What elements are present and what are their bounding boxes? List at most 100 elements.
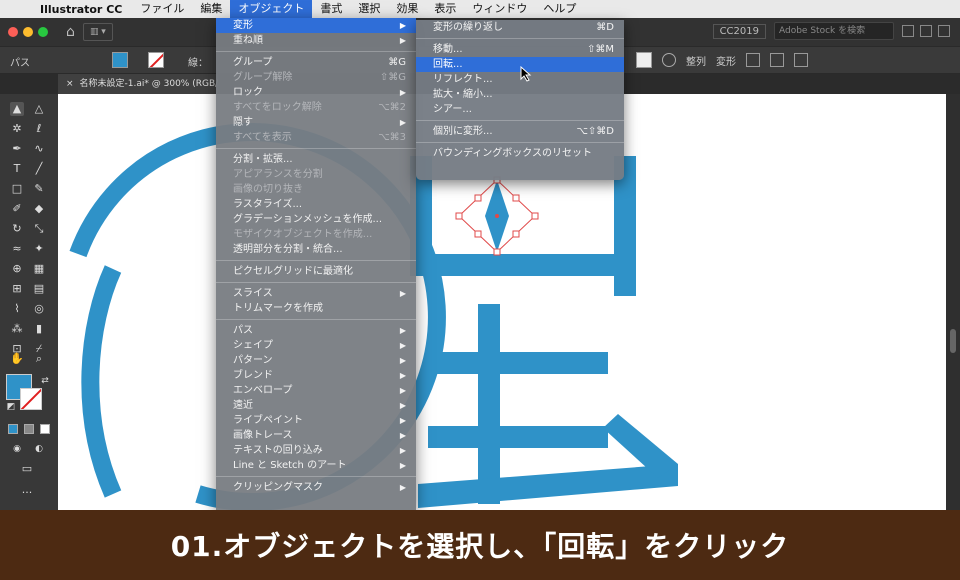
menu-type[interactable]: 書式 — [312, 0, 350, 18]
mesh-tool-icon[interactable]: ⊞ — [10, 282, 24, 296]
menu-item[interactable]: ラスタライズ... — [216, 197, 416, 212]
swap-fill-stroke-icon[interactable]: ⇄ — [38, 374, 52, 388]
default-fill-stroke-icon[interactable]: ◩ — [4, 400, 18, 414]
menu-view[interactable]: 表示 — [426, 0, 464, 18]
menu-item[interactable]: テキストの回り込み ▶ — [216, 443, 416, 458]
arrange-documents-icon[interactable]: ▥ ▾ — [82, 23, 113, 41]
magic-wand-tool-icon[interactable]: ✲ — [10, 122, 24, 136]
stroke-color-swatch[interactable] — [148, 52, 164, 68]
draw-normal-icon[interactable]: ◉ — [10, 442, 24, 456]
menu-item[interactable]: シアー... — [416, 102, 624, 117]
menu-item[interactable]: グループ ⌘G — [216, 55, 416, 70]
blend-tool-icon[interactable]: ◎ — [32, 302, 46, 316]
menu-item[interactable]: スライス ▶ — [216, 286, 416, 301]
menu-item[interactable]: 個別に変形... ⌥⇧⌘D — [416, 124, 624, 139]
menu-item[interactable]: 重ね順 ▶ — [216, 33, 416, 48]
zoom-tool-icon[interactable]: ⌕ — [32, 352, 46, 366]
bounding-handle[interactable] — [474, 194, 482, 202]
gradient-tool-icon[interactable]: ▤ — [32, 282, 46, 296]
align-panel-link[interactable]: 整列 — [686, 53, 706, 68]
menu-item[interactable]: 変形 ▶ — [216, 18, 416, 33]
menu-item[interactable]: パターン ▶ — [216, 353, 416, 368]
layout-icon[interactable] — [938, 25, 950, 37]
menu-item[interactable]: 透明部分を分割・統合... — [216, 242, 416, 257]
column-graph-tool-icon[interactable]: ▮ — [32, 322, 46, 336]
curvature-tool-icon[interactable]: ∿ — [32, 142, 46, 156]
perspective-grid-tool-icon[interactable]: ▦ — [32, 262, 46, 276]
eyedropper-tool-icon[interactable]: ⌇ — [10, 302, 24, 316]
shaper-tool-icon[interactable]: ✐ — [10, 202, 24, 216]
stroke-swatch[interactable] — [20, 388, 42, 410]
menu-file[interactable]: ファイル — [132, 0, 192, 18]
gradient-mode-icon[interactable] — [24, 424, 34, 434]
menu-item[interactable]: バウンディングボックスのリセット — [416, 146, 624, 161]
menu-item[interactable]: グラデーションメッシュを作成... — [216, 212, 416, 227]
menu-item[interactable]: 画像トレース ▶ — [216, 428, 416, 443]
puppet-warp-tool-icon[interactable]: ✦ — [32, 242, 46, 256]
eraser-tool-icon[interactable]: ◆ — [32, 202, 46, 216]
menu-item[interactable]: 分割・拡張... — [216, 152, 416, 167]
menu-effect[interactable]: 効果 — [388, 0, 426, 18]
draw-behind-icon[interactable]: ◐ — [32, 442, 46, 456]
paintbrush-tool-icon[interactable]: ✎ — [32, 182, 46, 196]
menu-item[interactable]: クリッピングマスク ▶ — [216, 480, 416, 495]
screen-mode-icon[interactable]: ▭ — [20, 462, 34, 476]
bounding-handle[interactable] — [455, 212, 463, 220]
fill-color-swatch[interactable] — [112, 52, 128, 68]
menu-item[interactable]: シェイプ ▶ — [216, 338, 416, 353]
selected-diamond-object[interactable] — [455, 176, 539, 256]
home-icon[interactable]: ⌂ — [66, 24, 75, 40]
menu-item[interactable]: 遠近 ▶ — [216, 398, 416, 413]
pen-tool-icon[interactable]: ✒ — [10, 142, 24, 156]
menu-item[interactable]: エンベロープ ▶ — [216, 383, 416, 398]
minimize-window-icon[interactable] — [23, 27, 33, 37]
selection-tool-icon[interactable]: ▲ — [10, 102, 24, 116]
hand-tool-icon[interactable]: ✋ — [10, 352, 24, 366]
hoshi-character-artwork[interactable] — [410, 156, 678, 508]
menu-edit[interactable]: 編集 — [192, 0, 230, 18]
menu-help[interactable]: ヘルプ — [535, 0, 584, 18]
scale-tool-icon[interactable]: ⤡ — [32, 222, 46, 236]
menu-item[interactable]: トリムマークを作成 — [216, 301, 416, 316]
document-tab[interactable]: × 名称未設定-1.ai* @ 300% (RGB/C — [58, 74, 218, 94]
menu-item[interactable]: 変形の繰り返し ⌘D — [416, 20, 624, 35]
scrollbar-thumb[interactable] — [950, 329, 956, 353]
menu-item[interactable]: ピクセルグリッドに最適化 — [216, 264, 416, 279]
adobe-stock-search[interactable]: Adobe Stock を検索 — [774, 22, 894, 40]
bounding-handle[interactable] — [512, 230, 520, 238]
menu-item[interactable]: 拡大・縮小... — [416, 87, 624, 102]
rotate-tool-icon[interactable]: ↻ — [10, 222, 24, 236]
zoom-window-icon[interactable] — [38, 27, 48, 37]
transform-panel-link[interactable]: 変形 — [716, 53, 736, 68]
workspace-switcher[interactable]: CC2019 — [712, 23, 766, 39]
menu-item[interactable]: ライブペイント ▶ — [216, 413, 416, 428]
menu-window[interactable]: ウィンドウ — [464, 0, 535, 18]
transform-icon[interactable] — [746, 53, 760, 67]
warp-tool-icon[interactable]: ≈ — [10, 242, 24, 256]
layout-icon[interactable] — [902, 25, 914, 37]
layout-icon[interactable] — [920, 25, 932, 37]
menu-object[interactable]: オブジェクト — [230, 0, 313, 18]
lasso-tool-icon[interactable]: ℓ — [32, 122, 46, 136]
type-tool-icon[interactable]: T — [10, 162, 24, 176]
direct-selection-tool-icon[interactable]: △ — [32, 102, 46, 116]
symbol-sprayer-tool-icon[interactable]: ⁂ — [10, 322, 24, 336]
bounding-handle[interactable] — [512, 194, 520, 202]
app-menu[interactable]: Illustrator CC — [36, 3, 132, 16]
style-swatch[interactable] — [636, 52, 652, 68]
edit-toolbar-icon[interactable]: ··· — [20, 486, 34, 500]
bounding-handle[interactable] — [531, 212, 539, 220]
menu-item[interactable]: ロック ▶ — [216, 85, 416, 100]
line-tool-icon[interactable]: ╱ — [32, 162, 46, 176]
isolate-icon[interactable] — [770, 53, 784, 67]
rectangle-tool-icon[interactable]: □ — [10, 182, 24, 196]
menu-item[interactable]: Line と Sketch のアート ▶ — [216, 458, 416, 473]
menu-item[interactable]: ブレンド ▶ — [216, 368, 416, 383]
close-window-icon[interactable] — [8, 27, 18, 37]
panel-menu-icon[interactable] — [794, 53, 808, 67]
menu-item[interactable]: 移動... ⇧⌘M — [416, 42, 624, 57]
shape-builder-tool-icon[interactable]: ⊕ — [10, 262, 24, 276]
vertical-scrollbar[interactable] — [946, 94, 960, 510]
tab-close-icon[interactable]: × — [66, 79, 74, 89]
menu-item[interactable]: 隠す ▶ — [216, 115, 416, 130]
